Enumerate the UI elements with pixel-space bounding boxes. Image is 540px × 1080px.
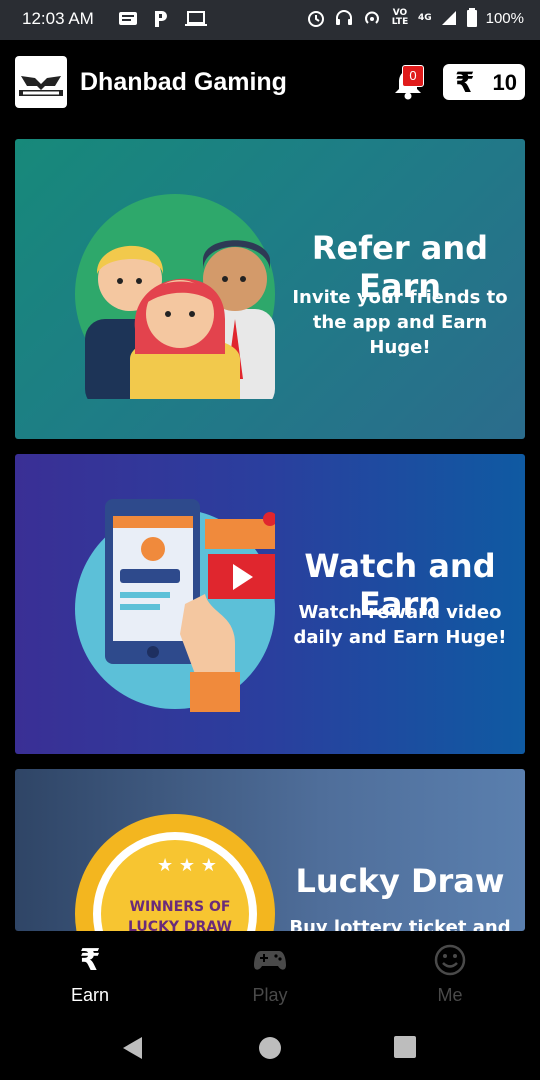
bottom-navigation: ₹ Earn Play Me (0, 931, 540, 1019)
back-icon[interactable] (120, 1035, 146, 1061)
watch-and-earn-card[interactable]: Watch and Earn Watch reward video daily … (15, 454, 525, 754)
gamepad-icon (254, 951, 286, 970)
network-type: 4G (417, 12, 432, 23)
message-icon (119, 12, 137, 25)
rupee-icon: ₹ (455, 66, 475, 99)
card-subtitle-line1: Buy lottery ticket and (289, 917, 511, 931)
smiley-icon (434, 944, 466, 976)
nav-item-play[interactable]: Play (220, 941, 320, 1006)
card-subtitle-line2: daily and Earn Huge! (293, 627, 507, 648)
watch-video-illustration (75, 499, 275, 712)
card-subtitle-line2: the app and Earn Huge! (312, 312, 488, 358)
badge-text-line1: WINNERS OF (129, 899, 231, 915)
volte-icon: VO LTE (391, 8, 409, 27)
svg-text:★ ★ ★: ★ ★ ★ (157, 855, 217, 876)
headset-icon (335, 10, 352, 25)
battery-level: 100% (485, 9, 524, 27)
nav-label: Earn (70, 985, 110, 1005)
alarm-icon (307, 11, 324, 27)
parking-icon (155, 11, 167, 27)
nav-item-earn[interactable]: ₹ Earn (40, 941, 140, 1006)
nav-label: Me (437, 985, 463, 1005)
status-system-icons: VO LTE 4G 100% (306, 8, 524, 28)
battery-icon (466, 8, 477, 27)
status-time: 12:03 AM (22, 9, 94, 28)
app-logo (15, 56, 67, 108)
rupee-icon: ₹ (79, 942, 101, 978)
refer-and-earn-card[interactable]: Refer and Earn Invite your friends to th… (15, 139, 525, 439)
home-icon[interactable] (258, 1036, 282, 1060)
lucky-draw-card[interactable]: ★ ★ ★ WINNERS OF LUCKY DRAW Lucky Draw B… (15, 769, 525, 931)
card-subtitle-line1: Invite your friends to (292, 287, 508, 308)
status-bar: 12:03 AM VO LTE 4G 100% (0, 0, 540, 40)
wallet-balance: 10 (492, 70, 517, 95)
notification-count-badge[interactable]: 0 (402, 65, 424, 87)
wallet-balance-button[interactable]: ₹ 10 (443, 64, 525, 100)
recents-icon[interactable] (394, 1036, 416, 1058)
nav-item-me[interactable]: Me (400, 941, 500, 1006)
app-bar: Dhanbad Gaming 0 ₹ 10 (0, 40, 540, 126)
refer-friends-illustration (75, 194, 275, 399)
hotspot-icon (365, 11, 379, 24)
system-navigation-bar (0, 1019, 540, 1080)
nav-label: Play (252, 985, 288, 1005)
app-title: Dhanbad Gaming (80, 68, 287, 96)
signal-icon (441, 11, 456, 25)
badge-text-line2: LUCKY DRAW (128, 919, 232, 931)
status-notification-icons (118, 9, 208, 29)
laptop-icon (185, 11, 207, 26)
card-subtitle-line1: Watch reward video (298, 602, 502, 623)
card-title: Lucky Draw (295, 862, 505, 900)
